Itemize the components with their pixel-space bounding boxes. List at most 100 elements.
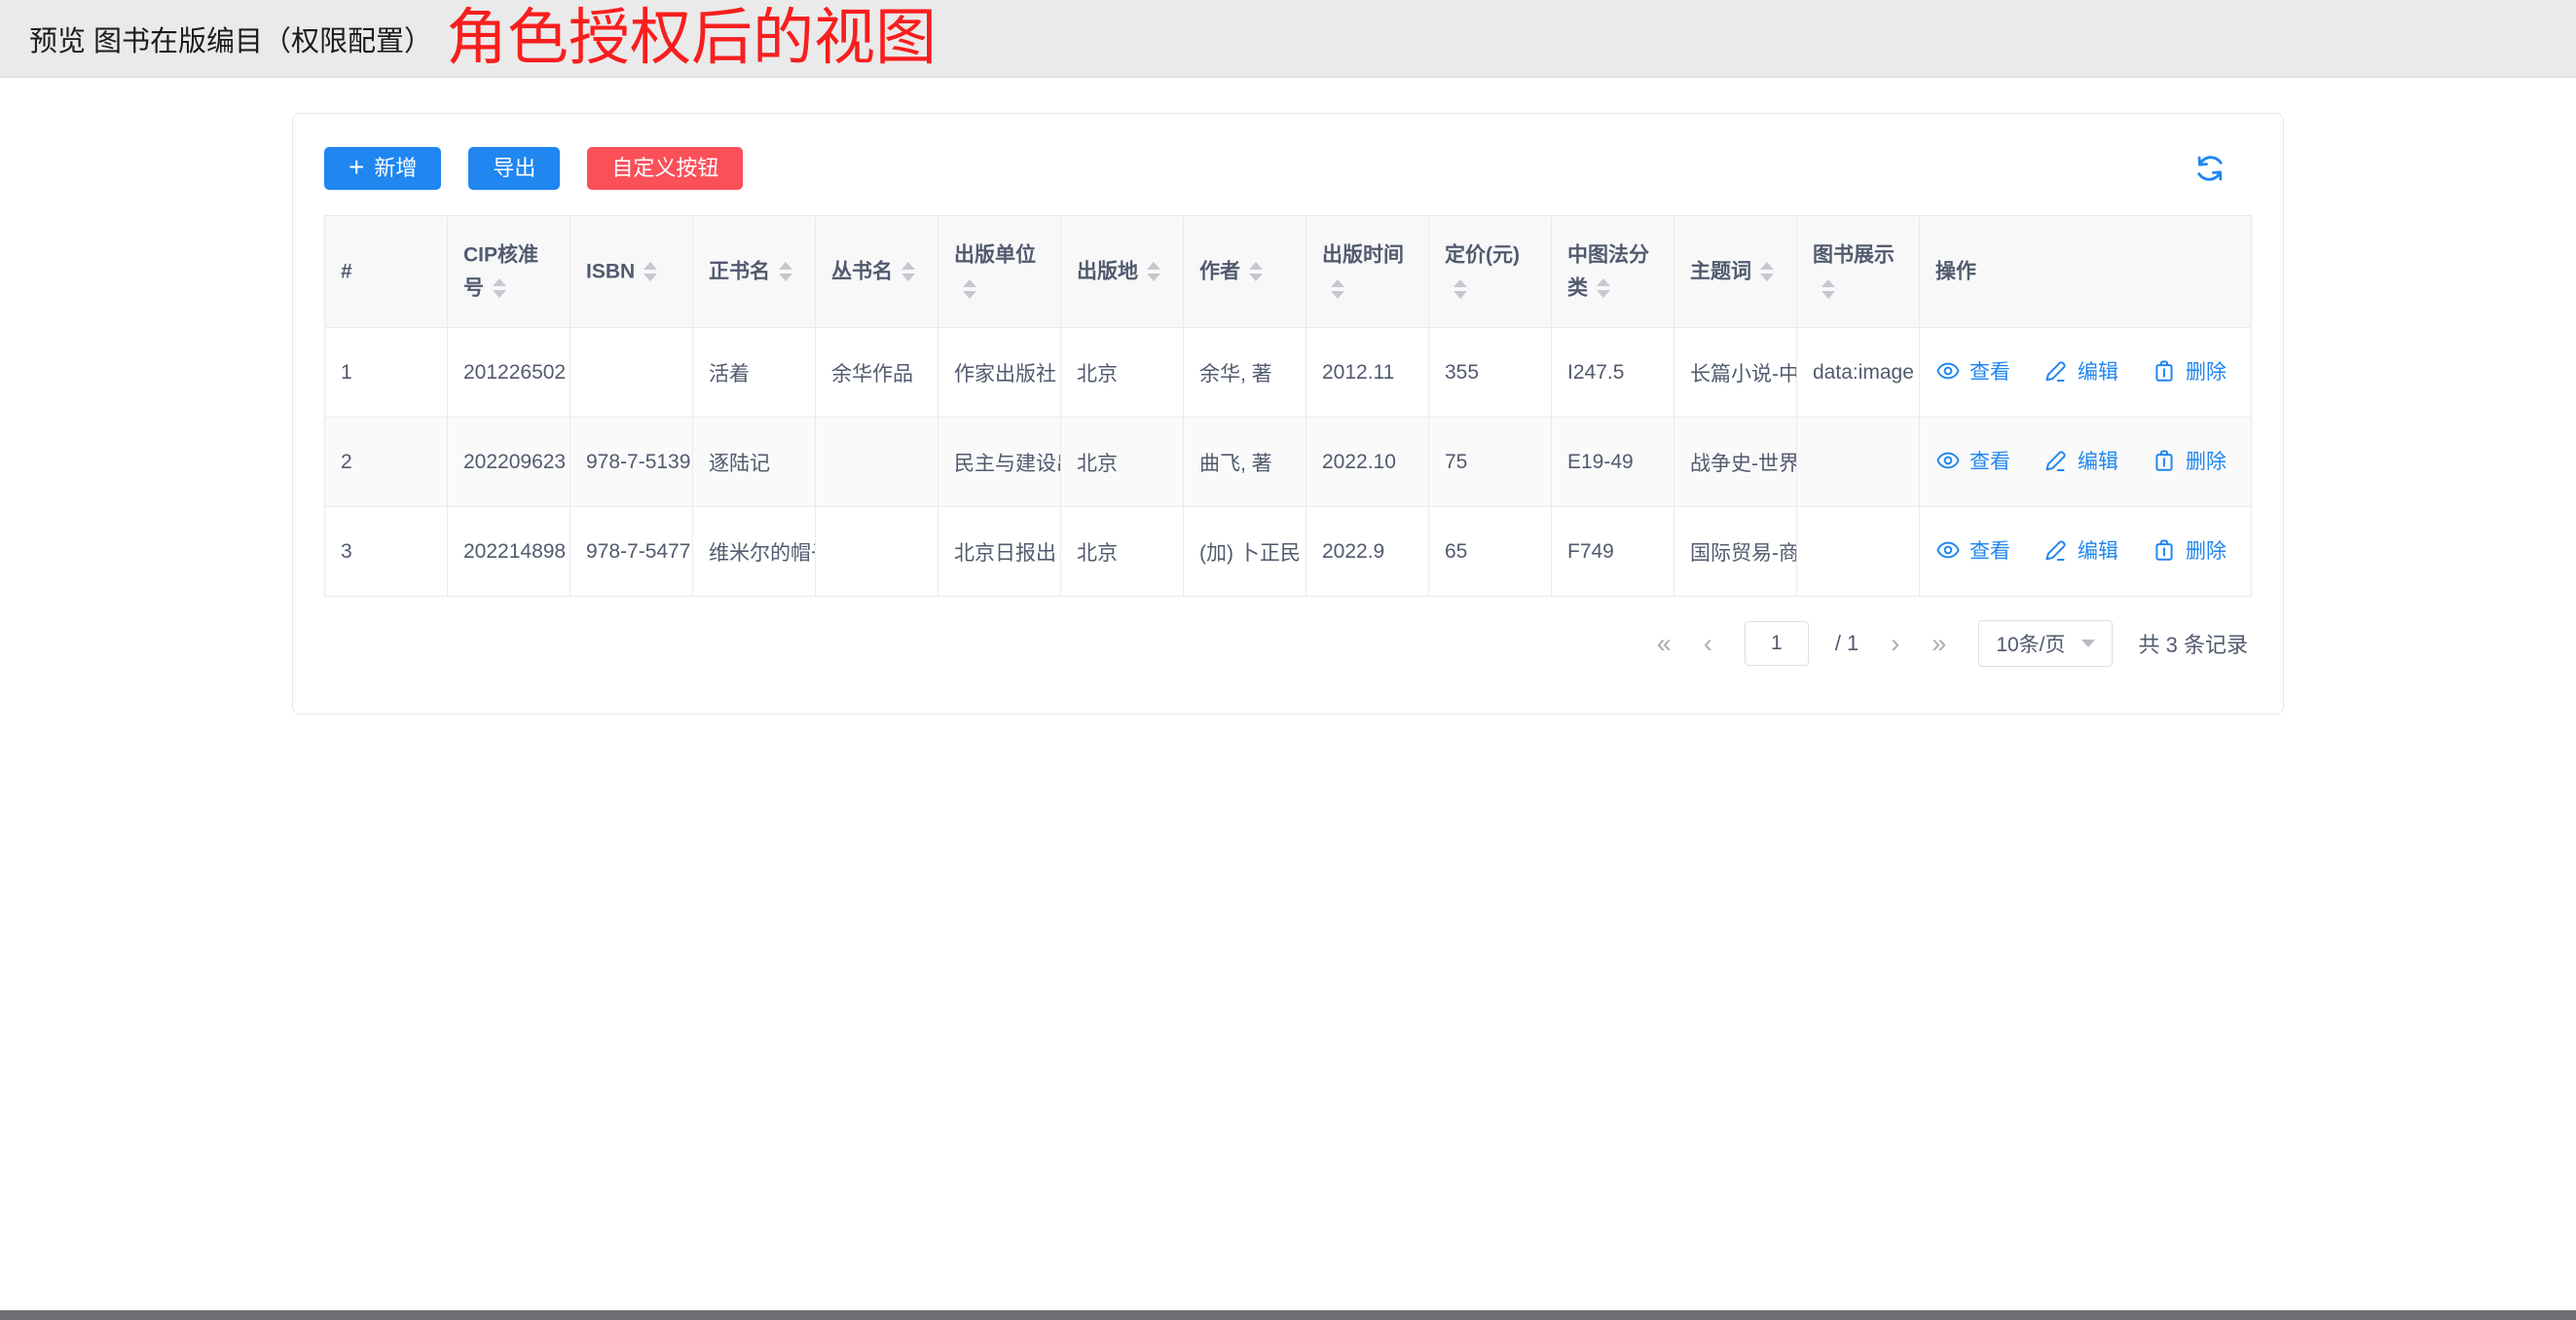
eye-icon bbox=[1935, 358, 1961, 384]
column-header-series[interactable]: 丛书名 bbox=[816, 216, 938, 328]
column-header-publisher[interactable]: 出版单位 bbox=[938, 216, 1061, 328]
column-label: 出版时间 bbox=[1322, 244, 1404, 267]
delete-button[interactable]: 删除 bbox=[2152, 535, 2226, 565]
table-row: 2202209623978-7-5139逐陆记民主与建设出北京曲飞, 著2022… bbox=[325, 418, 2252, 507]
column-header-date[interactable]: 出版时间 bbox=[1306, 216, 1429, 328]
cell-isbn: 978-7-5477 bbox=[570, 507, 693, 597]
total-pages-label: / 1 bbox=[1835, 631, 1858, 656]
first-page-button[interactable]: « bbox=[1657, 631, 1672, 657]
cell-author: (加) 卜正民 bbox=[1184, 507, 1306, 597]
pagination-bar: « ‹ / 1 › » 10条/页 共 3 条记录 bbox=[324, 620, 2252, 667]
sort-icon[interactable] bbox=[1597, 278, 1610, 298]
column-header-title[interactable]: 正书名 bbox=[693, 216, 816, 328]
export-button-label: 导出 bbox=[493, 158, 535, 179]
view-label: 查看 bbox=[1969, 356, 2010, 385]
column-header-cip[interactable]: CIP核准号 bbox=[448, 216, 570, 328]
cell-display bbox=[1797, 507, 1920, 597]
column-label: 图书展示 bbox=[1813, 244, 1895, 267]
cell-date: 2022.10 bbox=[1306, 418, 1429, 507]
cell-price: 65 bbox=[1429, 507, 1552, 597]
table-header: #CIP核准号ISBN正书名丛书名出版单位出版地作者出版时间定价(元)中图法分类… bbox=[325, 216, 2252, 328]
table-header-row: #CIP核准号ISBN正书名丛书名出版单位出版地作者出版时间定价(元)中图法分类… bbox=[325, 216, 2252, 328]
chevron-down-icon bbox=[2081, 640, 2095, 647]
sort-icon[interactable] bbox=[493, 278, 506, 298]
sort-icon[interactable] bbox=[963, 279, 976, 299]
pencil-icon bbox=[2043, 448, 2069, 473]
sort-icon[interactable] bbox=[1147, 262, 1160, 281]
view-button[interactable]: 查看 bbox=[1935, 535, 2010, 565]
cell-title: 逐陆记 bbox=[693, 418, 816, 507]
cell-series: 余华作品 bbox=[816, 328, 938, 418]
plus-icon: + bbox=[349, 154, 364, 181]
sort-icon[interactable] bbox=[902, 262, 915, 281]
custom-button[interactable]: 自定义按钮 bbox=[587, 147, 743, 190]
column-label: 出版地 bbox=[1077, 261, 1138, 283]
table-row: 1201226502活着余华作品作家出版社北京余华, 著2012.11355I2… bbox=[325, 328, 2252, 418]
column-header-price[interactable]: 定价(元) bbox=[1429, 216, 1552, 328]
sort-icon[interactable] bbox=[1454, 279, 1467, 299]
cell-clc: I247.5 bbox=[1552, 328, 1674, 418]
page-input[interactable] bbox=[1745, 621, 1809, 666]
refresh-button[interactable] bbox=[2193, 152, 2226, 185]
cell-display: data:image bbox=[1797, 328, 1920, 418]
column-header-isbn[interactable]: ISBN bbox=[570, 216, 693, 328]
add-button-label: 新增 bbox=[374, 158, 417, 179]
cell-author: 余华, 著 bbox=[1184, 328, 1306, 418]
cell-series bbox=[816, 507, 938, 597]
total-records-label: 共 3 条记录 bbox=[2139, 628, 2248, 659]
column-header-clc[interactable]: 中图法分类 bbox=[1552, 216, 1674, 328]
sort-icon[interactable] bbox=[1249, 262, 1263, 281]
sort-icon[interactable] bbox=[1822, 279, 1835, 299]
cell-cip: 202214898 bbox=[448, 507, 570, 597]
column-label: 定价(元) bbox=[1445, 244, 1520, 267]
sort-icon[interactable] bbox=[1331, 279, 1344, 299]
edit-button[interactable]: 编辑 bbox=[2043, 356, 2118, 385]
table-card: + 新增 导出 自定义按钮 bbox=[292, 113, 2284, 715]
cell-date: 2022.9 bbox=[1306, 507, 1429, 597]
next-page-button[interactable]: › bbox=[1891, 631, 1899, 657]
cell-subject: 国际贸易-商 bbox=[1674, 507, 1797, 597]
edit-button[interactable]: 编辑 bbox=[2043, 535, 2118, 565]
cell-index: 1 bbox=[325, 328, 448, 418]
view-button[interactable]: 查看 bbox=[1935, 446, 2010, 475]
trash-icon bbox=[2152, 448, 2177, 473]
edit-label: 编辑 bbox=[2078, 535, 2118, 565]
bottom-edge-bar bbox=[0, 1310, 2576, 1320]
delete-button[interactable]: 删除 bbox=[2152, 446, 2226, 475]
actions-cell: 查看 编辑 删除 bbox=[1920, 418, 2252, 507]
view-button[interactable]: 查看 bbox=[1935, 356, 2010, 385]
view-label: 查看 bbox=[1969, 535, 2010, 565]
pencil-icon bbox=[2043, 358, 2069, 384]
column-header-author[interactable]: 作者 bbox=[1184, 216, 1306, 328]
last-page-button[interactable]: » bbox=[1932, 631, 1946, 657]
cell-title: 维米尔的帽子 bbox=[693, 507, 816, 597]
column-label: 作者 bbox=[1199, 261, 1240, 283]
table-row: 3202214898978-7-5477维米尔的帽子北京日报出北京(加) 卜正民… bbox=[325, 507, 2252, 597]
edit-button[interactable]: 编辑 bbox=[2043, 446, 2118, 475]
page-size-select[interactable]: 10条/页 bbox=[1978, 620, 2112, 667]
custom-button-label: 自定义按钮 bbox=[611, 158, 718, 179]
view-label: 查看 bbox=[1969, 446, 2010, 475]
column-header-display[interactable]: 图书展示 bbox=[1797, 216, 1920, 328]
cell-subject: 战争史-世界 bbox=[1674, 418, 1797, 507]
cell-price: 355 bbox=[1429, 328, 1552, 418]
column-label: 丛书名 bbox=[831, 261, 893, 283]
column-header-place[interactable]: 出版地 bbox=[1061, 216, 1184, 328]
cell-publisher: 民主与建设出 bbox=[938, 418, 1061, 507]
cell-subject: 长篇小说-中 bbox=[1674, 328, 1797, 418]
trash-icon bbox=[2152, 358, 2177, 384]
column-header-subject[interactable]: 主题词 bbox=[1674, 216, 1797, 328]
screen: 预览 图书在版编目（权限配置） 角色授权后的视图 + 新增 导出 自定义按钮 bbox=[0, 0, 2576, 1320]
sort-icon[interactable] bbox=[1760, 262, 1774, 281]
actions-cell: 查看 编辑 删除 bbox=[1920, 507, 2252, 597]
prev-page-button[interactable]: ‹ bbox=[1704, 631, 1712, 657]
export-button[interactable]: 导出 bbox=[468, 147, 560, 190]
page-size-label: 10条/页 bbox=[1996, 629, 2065, 658]
page-title: 预览 图书在版编目（权限配置） bbox=[29, 18, 432, 59]
sort-icon[interactable] bbox=[779, 262, 792, 281]
sort-icon[interactable] bbox=[644, 262, 657, 281]
delete-button[interactable]: 删除 bbox=[2152, 356, 2226, 385]
cell-place: 北京 bbox=[1061, 418, 1184, 507]
add-button[interactable]: + 新增 bbox=[324, 147, 441, 190]
cell-clc: E19-49 bbox=[1552, 418, 1674, 507]
